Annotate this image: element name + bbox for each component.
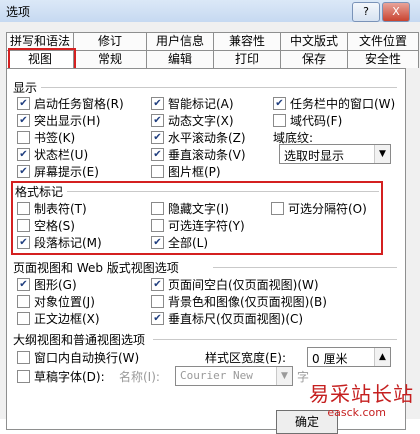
checkbox-mark: ✔ xyxy=(17,278,30,291)
checkbox-label: 水平滚动条(Z) xyxy=(168,131,246,145)
checkbox-vertical-ruler[interactable]: ✔ 垂直标尺(仅页面视图)(C) xyxy=(151,310,303,327)
style-width-label: 样式区宽度(E): xyxy=(205,351,286,365)
checkbox-label: 任务栏中的窗口(W) xyxy=(290,97,396,111)
display-title: 显示 xyxy=(13,81,38,95)
font-name-select[interactable]: Courier New ▼ xyxy=(175,366,293,386)
checkbox-mark: ✔ xyxy=(17,165,30,178)
checkbox-picture-placeholders[interactable]: 图片框(P) xyxy=(151,163,221,180)
checkbox-mark xyxy=(151,165,164,178)
checkbox-mark xyxy=(151,295,164,308)
field-shading-value: 选取时显示 xyxy=(284,149,345,163)
checkbox-smart-tags[interactable]: ✔ 智能标记(A) xyxy=(151,95,234,112)
window-title: 选项 xyxy=(6,5,31,19)
checkbox-label: 突出显示(H) xyxy=(34,114,101,128)
checkbox-mark: ✔ xyxy=(151,97,164,110)
checkbox-mark: ✔ xyxy=(17,114,30,127)
checkbox-mark: ✔ xyxy=(151,312,164,325)
close-button[interactable]: X xyxy=(382,2,410,22)
checkbox-mark: ✔ xyxy=(151,114,164,127)
tab-compat[interactable]: 兼容性 xyxy=(213,32,281,50)
checkbox-label: 垂直滚动条(V) xyxy=(168,148,246,162)
watermark-url: easck.com xyxy=(327,406,386,419)
checkbox-mark: ✔ xyxy=(151,148,164,161)
checkbox-mark xyxy=(17,312,30,325)
checkbox-mark: ✔ xyxy=(17,97,30,110)
tab-chinese-layout[interactable]: 中文版式 xyxy=(280,32,348,50)
checkbox-wrap-to-window[interactable]: 窗口内自动换行(W) xyxy=(17,349,139,366)
view-panel: 显示 ✔ 启动任务窗格(R) ✔ 智能标记(A) ✔ 任务栏中的窗口(W) ✔ 突出显示… xyxy=(6,68,406,430)
checkbox-label: 域代码(F) xyxy=(290,114,343,128)
tab-general[interactable]: 常规 xyxy=(73,50,147,68)
font-name-value: Courier New xyxy=(180,369,253,382)
checkbox-label: 对象位置(J) xyxy=(34,295,95,309)
tab-revisions[interactable]: 修订 xyxy=(73,32,147,50)
checkbox-label: 垂直标尺(仅页面视图)(C) xyxy=(168,312,304,326)
formatting-marks-highlight xyxy=(11,181,383,255)
checkbox-label: 窗口内自动换行(W) xyxy=(34,351,140,365)
checkbox-mark: ✔ xyxy=(151,278,164,291)
tab-security[interactable]: 安全性 xyxy=(347,50,419,68)
chevron-down-icon[interactable]: ▼ xyxy=(276,367,292,385)
field-shading-select[interactable]: 选取时显示 ▼ xyxy=(279,144,391,164)
checkbox-mark xyxy=(17,295,30,308)
checkbox-horizontal-scrollbar[interactable]: ✔ 水平滚动条(Z) xyxy=(151,129,246,146)
checkbox-label: 背景色和图像(仅页面视图)(B) xyxy=(168,295,327,309)
checkbox-label: 智能标记(A) xyxy=(168,97,234,111)
checkbox-mark xyxy=(17,131,30,144)
divider xyxy=(213,267,397,268)
checkbox-animated-text[interactable]: ✔ 动态文字(X) xyxy=(151,112,234,129)
view-tab-highlight xyxy=(8,48,76,70)
checkbox-label: 页面间空白(仅页面视图)(W) xyxy=(168,278,319,292)
tab-edit[interactable]: 编辑 xyxy=(146,50,214,68)
checkbox-windows-taskbar[interactable]: ✔ 任务栏中的窗口(W) xyxy=(273,95,395,112)
checkbox-drawings[interactable]: ✔ 图形(G) xyxy=(17,276,77,293)
options-dialog: 拼写和语法 修订 用户信息 兼容性 中文版式 文件位置 视图 常规 编辑 打印 … xyxy=(0,22,420,434)
checkbox-mark xyxy=(17,370,30,383)
checkbox-mark: ✔ xyxy=(273,97,286,110)
checkbox-label: 书签(K) xyxy=(34,131,76,145)
checkbox-label: 启动任务窗格(R) xyxy=(34,97,124,111)
checkbox-mark xyxy=(17,351,30,364)
checkbox-mark: ✔ xyxy=(151,131,164,144)
checkbox-label: 动态文字(X) xyxy=(168,114,234,128)
checkbox-label: 图片框(P) xyxy=(168,165,221,179)
checkbox-highlight[interactable]: ✔ 突出显示(H) xyxy=(17,112,100,129)
checkbox-vertical-scrollbar[interactable]: ✔ 垂直滚动条(V) xyxy=(151,146,246,163)
checkbox-mark xyxy=(273,114,286,127)
checkbox-object-anchors[interactable]: 对象位置(J) xyxy=(17,293,95,310)
spinner-icon[interactable]: ▲ xyxy=(374,348,390,366)
titlebar: 选项 ? X xyxy=(0,0,420,23)
checkbox-label: 草稿字体(D): xyxy=(34,370,105,384)
font-size-label: 字 xyxy=(297,370,310,384)
tab-print[interactable]: 打印 xyxy=(213,50,281,68)
font-name-label: 名称(I): xyxy=(119,370,160,384)
watermark: 易采站长站 xyxy=(309,382,414,406)
checkbox-background[interactable]: 背景色和图像(仅页面视图)(B) xyxy=(151,293,327,310)
checkbox-startup-task-pane[interactable]: ✔ 启动任务窗格(R) xyxy=(17,95,124,112)
checkbox-status-bar[interactable]: ✔ 状态栏(U) xyxy=(17,146,88,163)
divider xyxy=(153,339,397,340)
checkbox-draft-font[interactable]: 草稿字体(D): xyxy=(17,368,105,385)
tab-file-locations[interactable]: 文件位置 xyxy=(347,32,419,50)
tab-user-info[interactable]: 用户信息 xyxy=(146,32,214,50)
checkbox-text-boundaries[interactable]: 正文边框(X) xyxy=(17,310,100,327)
checkbox-label: 状态栏(U) xyxy=(34,148,89,162)
checkbox-white-space[interactable]: ✔ 页面间空白(仅页面视图)(W) xyxy=(151,276,319,293)
chevron-down-icon[interactable]: ▼ xyxy=(374,145,390,163)
checkbox-bookmarks[interactable]: 书签(K) xyxy=(17,129,75,146)
help-button[interactable]: ? xyxy=(352,2,380,22)
checkbox-label: 屏幕提示(E) xyxy=(34,165,99,179)
checkbox-label: 正文边框(X) xyxy=(34,312,100,326)
style-width-value: 0 厘米 xyxy=(312,352,348,366)
style-width-input[interactable]: 0 厘米 ▲ xyxy=(307,347,391,367)
outline-title: 大纲视图和普通视图选项 xyxy=(13,333,146,347)
checkbox-mark: ✔ xyxy=(17,148,30,161)
divider xyxy=(41,87,397,88)
print-web-title: 页面视图和 Web 版式视图选项 xyxy=(13,261,179,275)
tab-save[interactable]: 保存 xyxy=(280,50,348,68)
checkbox-screentips[interactable]: ✔ 屏幕提示(E) xyxy=(17,163,99,180)
checkbox-field-codes[interactable]: 域代码(F) xyxy=(273,112,342,129)
checkbox-label: 图形(G) xyxy=(34,278,77,292)
